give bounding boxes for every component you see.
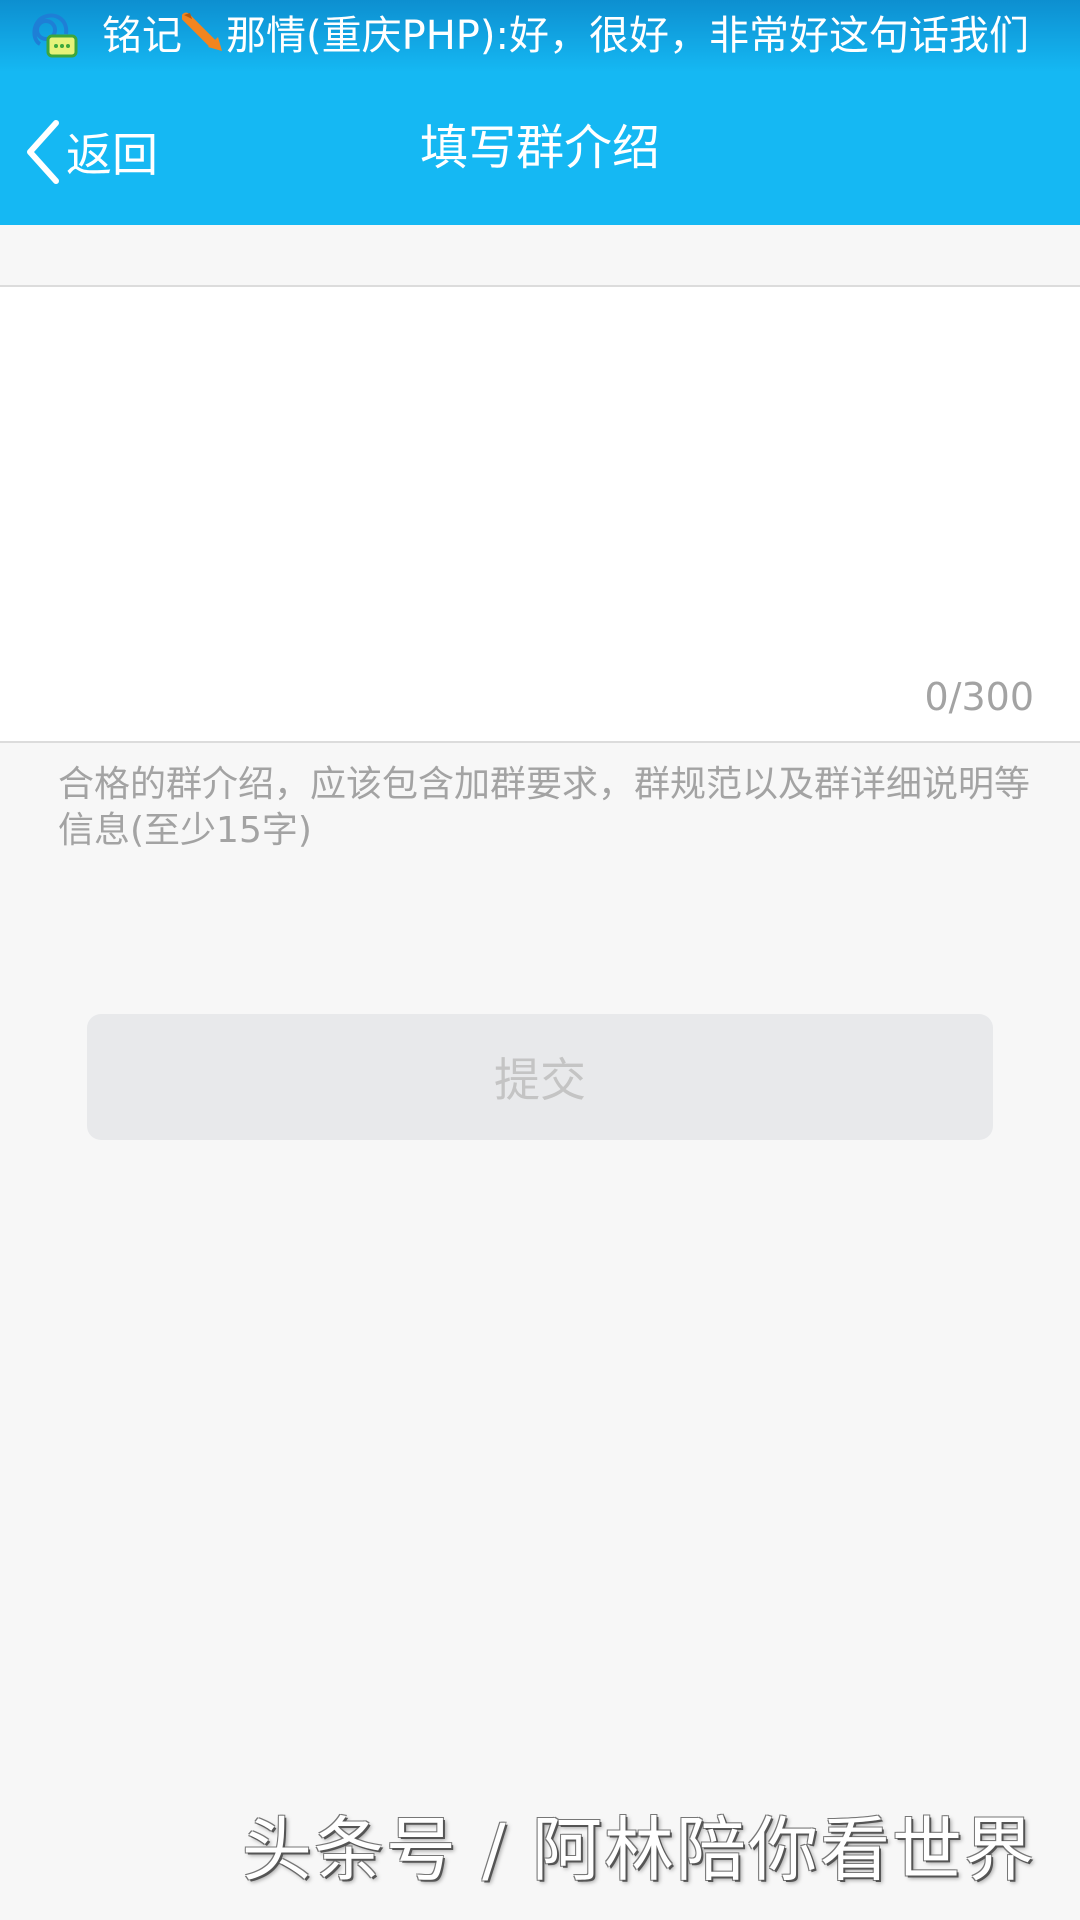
intro-textarea[interactable] [56, 311, 1028, 655]
submit-button[interactable]: 提交 [87, 1014, 993, 1140]
status-bar: 铭记 那情(重庆PHP):好，很好，非常好这句话我们 [0, 0, 1080, 72]
watermark: 头条号 / 阿林陪你看世界 [241, 1809, 1036, 1891]
notification-sender: 铭记 [102, 13, 182, 59]
char-counter: 0/300 [924, 675, 1034, 719]
notification-message: 那情(重庆PHP):好，很好，非常好这句话我们 [226, 13, 1030, 59]
page-title: 填写群介绍 [419, 120, 660, 176]
notification-text: 铭记 那情(重庆PHP):好，很好，非常好这句话我们 [102, 10, 1029, 62]
intro-input-box: 0/300 [0, 285, 1080, 743]
pencil-icon [182, 12, 222, 51]
title-bar: 返回 填写群介绍 [0, 72, 1080, 225]
top-spacer [0, 225, 1080, 285]
qq-chat-icon [32, 13, 78, 58]
hint-text: 合格的群介绍，应该包含加群要求，群规范以及群详细说明等信息(至少15字) [58, 764, 1031, 851]
